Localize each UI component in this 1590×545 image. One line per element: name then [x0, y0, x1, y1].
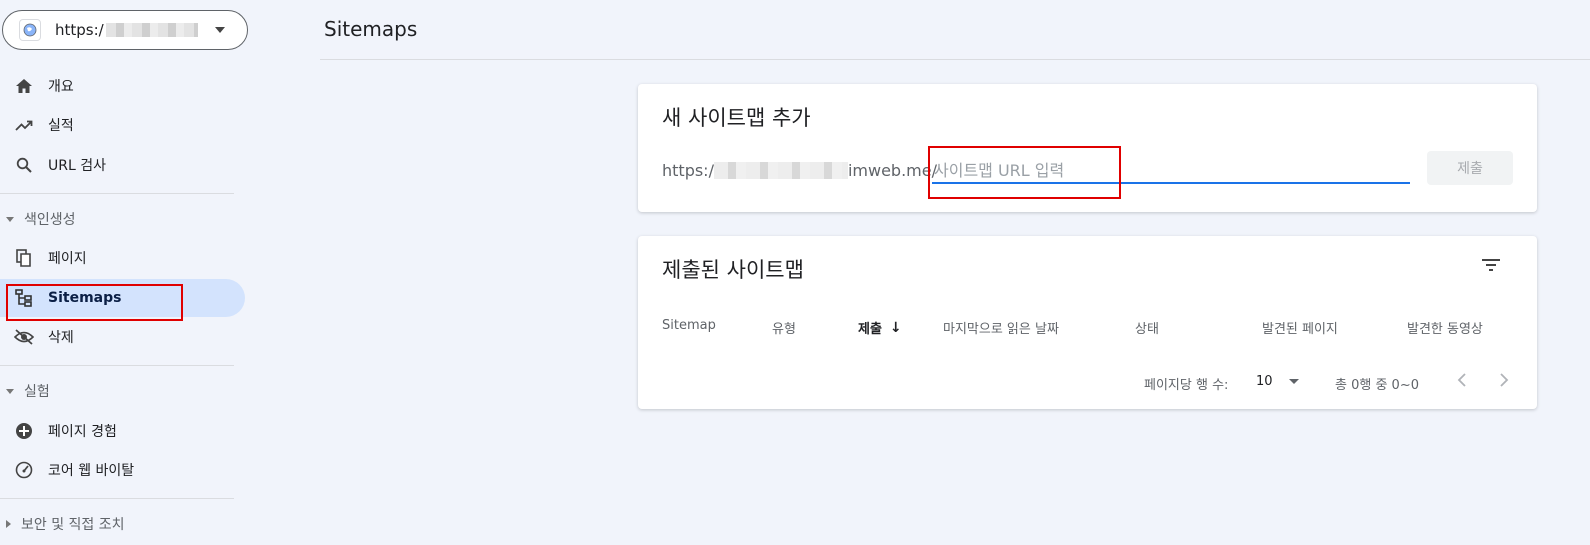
sidebar-item-label: 페이지 경험	[48, 424, 117, 440]
rows-per-page-value: 10	[1256, 374, 1273, 389]
submitted-sitemaps-title: 제출된 사이트맵	[662, 258, 804, 282]
column-header-discovered-videos[interactable]: 발견한 동영상	[1407, 318, 1483, 337]
header-divider	[320, 59, 1590, 60]
sidebar-item-label: 코어 웹 바이탈	[48, 463, 135, 479]
add-sitemap-card: 새 사이트맵 추가 https:/ imweb.me/ 제출	[638, 84, 1537, 212]
page-title: Sitemaps	[324, 17, 418, 41]
highlight-box	[928, 146, 1121, 199]
prefix-end: imweb.me/	[847, 161, 937, 180]
sidebar-item-label: 삭제	[48, 330, 74, 346]
chevron-down-icon	[215, 27, 225, 33]
sidebar-item-url-inspection[interactable]: URL 검사	[0, 146, 245, 184]
prefix-start: https:/	[662, 161, 714, 180]
trending-up-icon	[14, 115, 34, 135]
column-header-discovered-pages[interactable]: 발견된 페이지	[1262, 318, 1338, 337]
column-header-type[interactable]: 유형	[772, 318, 796, 337]
property-url: https:/	[55, 21, 104, 39]
section-label: 색인생성	[24, 212, 76, 228]
sidebar-item-label: 페이지	[48, 251, 87, 267]
section-experience[interactable]: 실험	[0, 376, 50, 406]
sidebar-divider	[0, 193, 234, 194]
sitemap-url-prefix: https:/ imweb.me/	[662, 161, 937, 180]
redacted-domain	[105, 23, 198, 37]
sidebar-item-overview[interactable]: 개요	[0, 67, 245, 105]
chevron-down-icon	[1288, 379, 1299, 384]
search-icon	[14, 155, 34, 175]
rows-per-page-label: 페이지당 행 수:	[1144, 378, 1229, 393]
column-header-submitted[interactable]: 제출 ↓	[858, 318, 902, 338]
sidebar-item-pages[interactable]: 페이지	[0, 239, 245, 277]
column-label: 제출	[858, 322, 882, 337]
caret-right-icon	[6, 520, 11, 528]
filter-icon[interactable]	[1480, 256, 1502, 274]
column-header-last-read[interactable]: 마지막으로 읽은 날짜	[943, 318, 1059, 337]
sidebar-item-performance[interactable]: 실적	[0, 106, 245, 144]
caret-down-icon	[6, 216, 14, 222]
sidebar-item-label: 개요	[48, 79, 74, 95]
sidebar: https:/ 개요 실적 URL 검사 색인생성 페이지 Sitemaps 삭…	[0, 0, 250, 545]
section-label: 보안 및 직접 조치	[21, 517, 125, 533]
section-label: 실험	[24, 384, 50, 400]
sort-arrow-down-icon: ↓	[889, 319, 902, 336]
globe-icon	[19, 19, 41, 41]
eye-off-icon	[14, 327, 34, 347]
highlight-box	[6, 284, 183, 321]
rows-per-page-select[interactable]: 10	[1256, 374, 1299, 389]
sidebar-item-core-web-vitals[interactable]: 코어 웹 바이탈	[0, 451, 245, 489]
sidebar-item-label: 실적	[48, 118, 74, 134]
column-header-sitemap[interactable]: Sitemap	[662, 318, 716, 333]
sidebar-item-page-experience[interactable]: 페이지 경험	[0, 412, 245, 450]
property-selector[interactable]: https:/	[2, 10, 248, 50]
plus-circle-icon	[14, 421, 34, 441]
add-sitemap-title: 새 사이트맵 추가	[662, 106, 811, 130]
section-indexing[interactable]: 색인생성	[0, 204, 76, 234]
pages-icon	[14, 248, 34, 268]
speedometer-icon	[14, 460, 34, 480]
section-security[interactable]: 보안 및 직접 조치	[0, 509, 125, 539]
redacted-domain	[713, 162, 848, 179]
pagination-range: 총 0행 중 0~0	[1335, 378, 1419, 393]
sidebar-item-removals[interactable]: 삭제	[0, 318, 245, 356]
column-header-status[interactable]: 상태	[1135, 318, 1159, 337]
sidebar-divider	[0, 498, 234, 499]
next-page-icon[interactable]	[1498, 372, 1510, 391]
submitted-sitemaps-card: 제출된 사이트맵 Sitemap 유형 제출 ↓ 마지막으로 읽은 날짜 상태 …	[638, 236, 1537, 409]
sidebar-item-label: URL 검사	[48, 158, 106, 174]
submit-button[interactable]: 제출	[1427, 151, 1513, 185]
caret-down-icon	[6, 388, 14, 394]
sidebar-divider	[0, 365, 234, 366]
home-icon	[14, 76, 34, 96]
previous-page-icon[interactable]	[1456, 372, 1468, 391]
